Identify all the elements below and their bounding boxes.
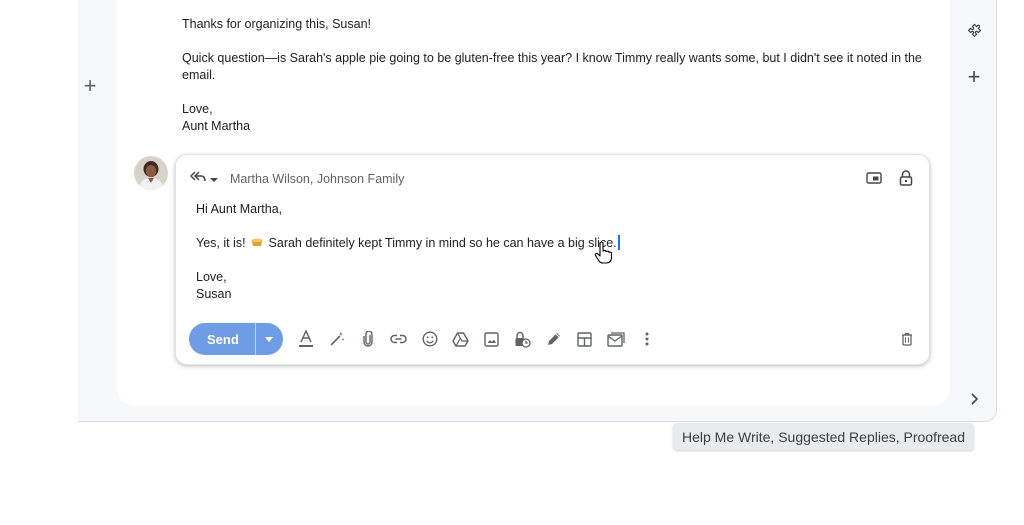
discard-draft-icon[interactable] [897, 329, 917, 349]
reply-compose[interactable]: Martha Wilson, Johnson Family Hi Aunt Ma… [175, 154, 930, 365]
send-button[interactable]: Send [189, 323, 255, 355]
reply-signoff: Love, [196, 270, 227, 284]
text-caret [617, 235, 620, 250]
previous-message-signoff: Love, [182, 102, 213, 116]
confidential-mode-icon[interactable] [512, 328, 534, 350]
previous-message-signature: Aunt Martha [182, 119, 251, 133]
reply-greeting: Hi Aunt Martha, [196, 202, 283, 216]
tooltip: Help Me Write, Suggested Replies, Proofr… [673, 423, 974, 450]
emoji-icon[interactable] [419, 328, 441, 350]
more-options-icon[interactable] [636, 328, 658, 350]
previous-message-greeting: Thanks for organizing this, Susan! [182, 17, 371, 31]
previous-message-body: Quick question—is Sarah's apple pie goin… [182, 51, 922, 82]
formatting-icon[interactable] [295, 328, 317, 350]
hand-cursor-icon [594, 241, 613, 264]
chevron-down-icon [210, 170, 218, 188]
attachment-icon[interactable] [357, 328, 379, 350]
add-icon[interactable]: + [80, 74, 100, 98]
magic-wand-icon[interactable] [326, 328, 348, 350]
avatar [134, 156, 168, 190]
compose-header: Martha Wilson, Johnson Family [189, 169, 404, 189]
add-panel-icon[interactable]: + [962, 64, 986, 89]
drive-icon[interactable] [450, 328, 472, 350]
pop-out-icon[interactable] [865, 169, 883, 187]
reply-all-icon [189, 170, 206, 189]
send-options-button[interactable] [254, 323, 283, 355]
previous-message: Thanks for organizing this, Susan! Quick… [182, 16, 922, 135]
chevron-right-icon[interactable] [964, 389, 984, 409]
lock-icon[interactable] [897, 169, 915, 187]
link-icon[interactable] [388, 328, 410, 350]
add-ons-icon[interactable] [962, 18, 986, 42]
layout-icon[interactable] [574, 328, 596, 350]
pie-emoji-icon [251, 235, 263, 246]
photo-icon[interactable] [481, 328, 503, 350]
reply-type-dropdown[interactable] [189, 170, 218, 189]
reply-body: Yes, it is! Sarah definitely kept Timmy … [196, 235, 896, 252]
message-body-editor[interactable]: Hi Aunt Martha, Yes, it is! Sarah defini… [196, 201, 896, 303]
send-button-group: Send [189, 323, 283, 355]
recipients[interactable]: Martha Wilson, Johnson Family [230, 172, 404, 186]
signature-icon[interactable] [543, 328, 565, 350]
template-icon[interactable] [605, 328, 627, 350]
compose-toolbar: Send [189, 323, 658, 355]
reply-signature: Susan [196, 287, 232, 301]
